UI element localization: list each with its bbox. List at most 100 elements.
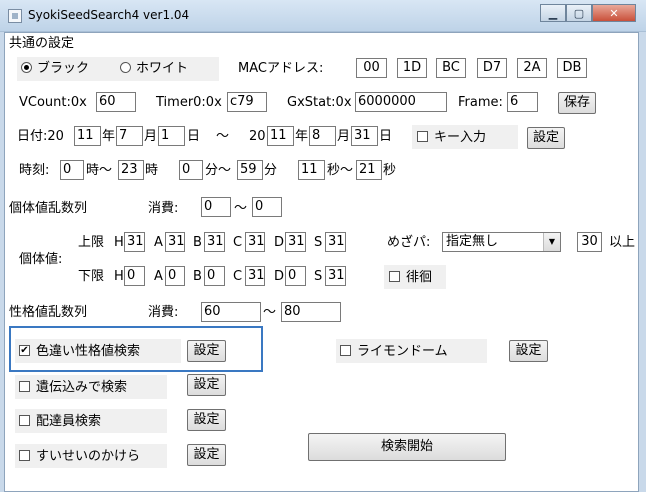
- year-unit-to: 年: [295, 129, 309, 144]
- date-to-month[interactable]: 8: [309, 126, 336, 146]
- minimize-button[interactable]: ▁: [540, 4, 566, 22]
- delivery-check-icon: [19, 415, 30, 426]
- nature-consume-to[interactable]: 80: [281, 302, 341, 322]
- timer-field[interactable]: c79: [227, 92, 267, 112]
- iv-label: 個体値:: [19, 252, 63, 267]
- iv-upper-d-label: D: [274, 235, 285, 250]
- iv-lower-h-label: H: [114, 269, 124, 284]
- iv-consume-tilde: ～: [234, 201, 248, 216]
- date-tilde: ～: [216, 129, 230, 144]
- close-button[interactable]: ✕: [592, 4, 636, 22]
- inherit-checkbox[interactable]: 遺伝込みで検索: [19, 379, 127, 397]
- iv-upper-s[interactable]: 31: [325, 232, 346, 252]
- frame-field[interactable]: 6: [507, 92, 538, 112]
- iv-upper-b-label: B: [193, 235, 202, 250]
- radio-black-icon: [21, 62, 32, 73]
- gxstat-label: GxStat:0x: [287, 95, 352, 110]
- date-to-year[interactable]: 11: [267, 126, 294, 146]
- window-title: SyokiSeedSearch4 ver1.04: [28, 8, 190, 22]
- mac-field-1[interactable]: 00: [356, 58, 387, 78]
- radio-white-icon: [120, 62, 131, 73]
- iv-upper-a[interactable]: 31: [165, 232, 185, 252]
- iv-upper-b[interactable]: 31: [204, 232, 225, 252]
- iv-consume-from[interactable]: 0: [201, 197, 231, 217]
- inherit-check-icon: [19, 381, 30, 392]
- iv-consume-label: 消費:: [148, 201, 179, 216]
- iv-lower-h[interactable]: 0: [124, 266, 145, 286]
- radio-white[interactable]: ホワイト: [120, 60, 188, 78]
- mac-field-4[interactable]: D7: [477, 58, 507, 78]
- date-from-day[interactable]: 1: [158, 126, 185, 146]
- iv-upper-h[interactable]: 31: [124, 232, 145, 252]
- iv-upper-c[interactable]: 31: [245, 232, 265, 252]
- timer-label: Timer0:0x: [156, 95, 222, 110]
- iv-upper-label: 上限: [78, 235, 105, 250]
- iv-lower-a[interactable]: 0: [165, 266, 185, 286]
- month-unit: 月: [144, 129, 158, 144]
- minute-to[interactable]: 59: [237, 160, 263, 180]
- mac-field-6[interactable]: DB: [557, 58, 587, 78]
- delivery-settings-button[interactable]: 設定: [187, 409, 226, 431]
- second-unit: 秒: [383, 163, 397, 178]
- hidden-power-select[interactable]: 指定無し ▼: [442, 232, 561, 252]
- iv-consume-to[interactable]: 0: [252, 197, 282, 217]
- iv-upper-d[interactable]: 31: [285, 232, 306, 252]
- second-from[interactable]: 11: [298, 160, 325, 180]
- minute-range-unit: 分～: [205, 163, 232, 178]
- hour-range-unit: 時～: [86, 163, 113, 178]
- suisei-checkbox[interactable]: すいせいのかけら: [19, 448, 140, 466]
- minute-unit: 分: [264, 163, 278, 178]
- second-to[interactable]: 21: [356, 160, 382, 180]
- raimon-checkbox[interactable]: ライモンドーム: [340, 343, 448, 361]
- key-input-checkbox[interactable]: キー入力: [417, 129, 486, 147]
- key-input-check-icon: [417, 131, 428, 142]
- gxstat-field[interactable]: 6000000: [355, 92, 447, 112]
- mac-field-3[interactable]: BC: [436, 58, 466, 78]
- wander-checkbox[interactable]: 徘徊: [389, 269, 432, 287]
- nature-consume-from[interactable]: 60: [201, 302, 261, 322]
- iv-lower-b[interactable]: 0: [204, 266, 225, 286]
- date-settings-button[interactable]: 設定: [527, 127, 565, 149]
- iv-lower-d[interactable]: 0: [285, 266, 306, 286]
- iv-lower-s-label: S: [314, 269, 323, 284]
- mac-field-2[interactable]: 1D: [397, 58, 427, 78]
- date-from-month[interactable]: 7: [116, 126, 143, 146]
- time-label: 時刻:: [19, 163, 50, 178]
- search-start-button[interactable]: 検索開始: [308, 433, 506, 461]
- radio-black[interactable]: ブラック: [21, 60, 89, 78]
- iv-lower-s[interactable]: 31: [325, 266, 346, 286]
- iv-lower-c[interactable]: 31: [245, 266, 265, 286]
- save-button[interactable]: 保存: [558, 92, 596, 114]
- iv-lower-c-label: C: [233, 269, 243, 284]
- shiny-checkbox[interactable]: ✔ 色違い性格値検索: [19, 343, 140, 361]
- iv-lower-a-label: A: [154, 269, 163, 284]
- raimon-check-icon: [340, 345, 351, 356]
- hour-to[interactable]: 23: [118, 160, 144, 180]
- date-from-year[interactable]: 11: [74, 126, 101, 146]
- vcount-field[interactable]: 60: [96, 92, 136, 112]
- year-unit: 年: [102, 129, 116, 144]
- delivery-checkbox[interactable]: 配達員検索: [19, 413, 101, 431]
- suisei-settings-button[interactable]: 設定: [187, 444, 226, 466]
- suisei-check-icon: [19, 450, 30, 461]
- raimon-settings-button[interactable]: 設定: [509, 340, 548, 362]
- hidden-power-value[interactable]: 30: [577, 232, 602, 252]
- minute-from[interactable]: 0: [179, 160, 203, 180]
- date-to-day[interactable]: 31: [351, 126, 378, 146]
- iv-lower-label: 下限: [78, 269, 105, 284]
- hidden-power-label: めざパ:: [387, 235, 431, 250]
- iv-lower-d-label: D: [274, 269, 285, 284]
- maximize-button[interactable]: ▢: [566, 4, 592, 22]
- inherit-settings-button[interactable]: 設定: [187, 374, 226, 396]
- iv-upper-h-label: H: [114, 235, 124, 250]
- chevron-down-icon: ▼: [543, 233, 560, 251]
- date-label: 日付:20: [17, 129, 64, 144]
- title-bar: SyokiSeedSearch4 ver1.04 ▁ ▢ ✕: [0, 0, 646, 32]
- shiny-settings-button[interactable]: 設定: [187, 340, 226, 362]
- mac-field-5[interactable]: 2A: [517, 58, 547, 78]
- mac-label: MACアドレス:: [238, 61, 324, 76]
- second-range-unit: 秒～: [327, 163, 354, 178]
- hour-from[interactable]: 0: [60, 160, 84, 180]
- wander-check-icon: [389, 271, 400, 282]
- iv-lower-b-label: B: [193, 269, 202, 284]
